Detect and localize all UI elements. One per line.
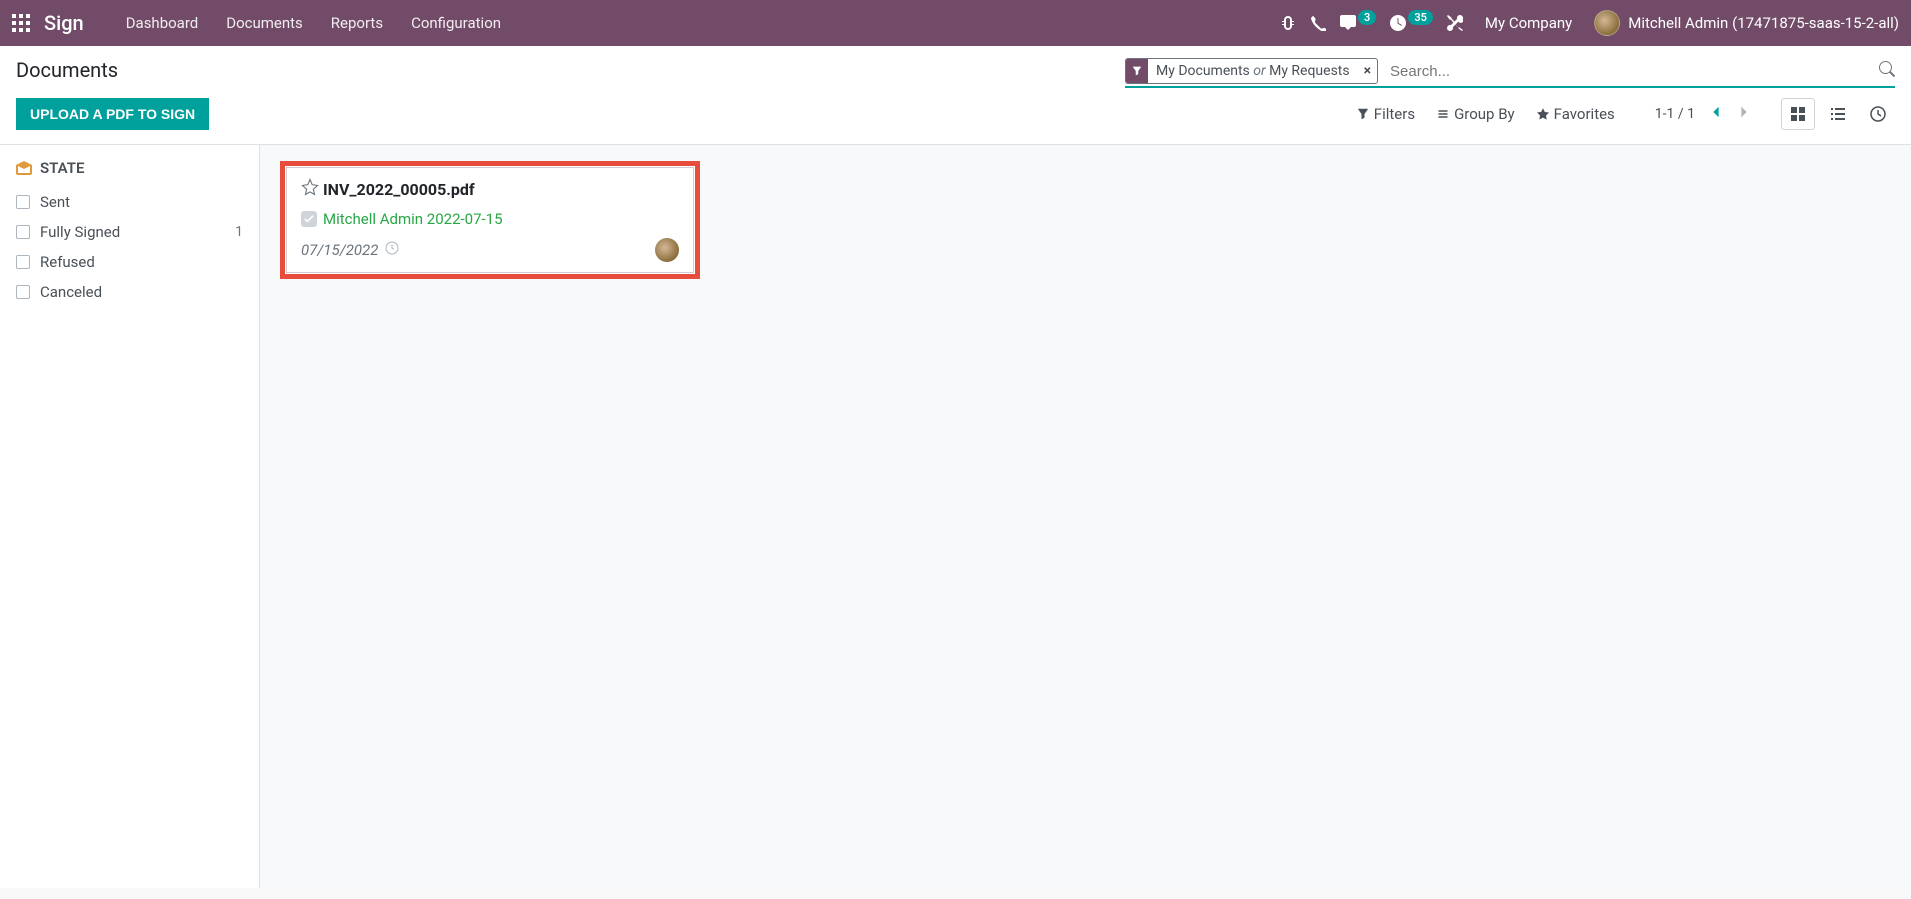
kanban-area: INV_2022_00005.pdf Mitchell Admin 2022-0… (260, 145, 1911, 888)
nav-reports[interactable]: Reports (317, 14, 397, 32)
facet-part-a: My Documents (1156, 63, 1250, 79)
checkbox-icon (16, 195, 30, 209)
card-date: 07/15/2022 (301, 241, 378, 259)
main-navbar: Sign Dashboard Documents Reports Configu… (0, 0, 1911, 46)
user-menu[interactable]: Mitchell Admin (17471875-saas-15-2-all) (1594, 10, 1899, 36)
filter-fully-signed[interactable]: Fully Signed 1 (16, 217, 243, 247)
facet-remove-icon[interactable]: × (1358, 63, 1377, 79)
activity-view-button[interactable] (1861, 98, 1895, 130)
checkbox-icon (16, 225, 30, 239)
tools-icon[interactable] (1447, 15, 1463, 31)
favorites-dropdown[interactable]: Favorites (1537, 105, 1615, 123)
card-title: INV_2022_00005.pdf (323, 180, 475, 199)
groupby-dropdown[interactable]: Group By (1437, 105, 1515, 123)
user-avatar (1594, 10, 1620, 36)
page-title: Documents (16, 58, 118, 82)
filter-label: Sent (40, 193, 70, 211)
favorites-label: Favorites (1554, 105, 1615, 123)
responsible-avatar[interactable] (655, 238, 679, 262)
messages-icon[interactable]: 3 (1340, 15, 1376, 31)
filter-count: 1 (235, 224, 243, 240)
filter-label: Canceled (40, 283, 102, 301)
debug-icon[interactable] (1280, 15, 1296, 31)
search-icon[interactable] (1879, 61, 1895, 81)
filter-label: Fully Signed (40, 223, 120, 241)
activities-icon[interactable]: 35 (1390, 15, 1433, 31)
sidebar-heading-label: STATE (40, 159, 84, 177)
facet-or: or (1253, 63, 1265, 79)
filters-label: Filters (1374, 105, 1415, 123)
star-icon[interactable] (301, 178, 319, 200)
activities-badge: 35 (1408, 10, 1433, 25)
upload-pdf-button[interactable]: UPLOAD A PDF TO SIGN (16, 98, 209, 130)
signer-text: Mitchell Admin 2022-07-15 (323, 210, 503, 228)
pager-next-icon[interactable] (1737, 105, 1751, 123)
list-view-button[interactable] (1821, 98, 1855, 130)
filter-refused[interactable]: Refused (16, 247, 243, 277)
clock-icon[interactable] (384, 240, 400, 260)
filter-canceled[interactable]: Canceled (16, 277, 243, 307)
checkmark-icon (301, 211, 317, 227)
facet-part-b: My Requests (1269, 63, 1350, 79)
pager-text[interactable]: 1-1 / 1 (1655, 106, 1695, 122)
app-brand[interactable]: Sign (44, 11, 84, 35)
nav-configuration[interactable]: Configuration (397, 14, 515, 32)
nav-dashboard[interactable]: Dashboard (112, 14, 213, 32)
state-filter-sidebar: STATE Sent Fully Signed 1 Refused Cancel… (0, 145, 260, 888)
phone-icon[interactable] (1310, 15, 1326, 31)
apps-icon[interactable] (12, 14, 30, 32)
user-name-label: Mitchell Admin (17471875-saas-15-2-all) (1628, 14, 1899, 32)
facet-text: My Documents or My Requests (1148, 63, 1358, 79)
inbox-icon (16, 161, 32, 175)
checkbox-icon (16, 285, 30, 299)
search-input[interactable] (1386, 61, 1879, 82)
nav-documents[interactable]: Documents (212, 14, 317, 32)
filter-label: Refused (40, 253, 95, 271)
search-bar[interactable]: My Documents or My Requests × (1125, 58, 1895, 88)
groupby-label: Group By (1454, 105, 1515, 123)
control-panel: Documents My Documents or My Requests × (0, 46, 1911, 145)
checkbox-icon (16, 255, 30, 269)
company-switcher[interactable]: My Company (1477, 14, 1580, 32)
document-card[interactable]: INV_2022_00005.pdf Mitchell Admin 2022-0… (280, 161, 700, 279)
messages-badge: 3 (1358, 10, 1376, 25)
filter-icon (1126, 59, 1148, 83)
filter-sent[interactable]: Sent (16, 187, 243, 217)
kanban-view-button[interactable] (1781, 98, 1815, 130)
search-facet: My Documents or My Requests × (1125, 58, 1378, 84)
filters-dropdown[interactable]: Filters (1357, 105, 1415, 123)
pager-prev-icon[interactable] (1709, 105, 1723, 123)
sidebar-heading: STATE (16, 159, 243, 177)
